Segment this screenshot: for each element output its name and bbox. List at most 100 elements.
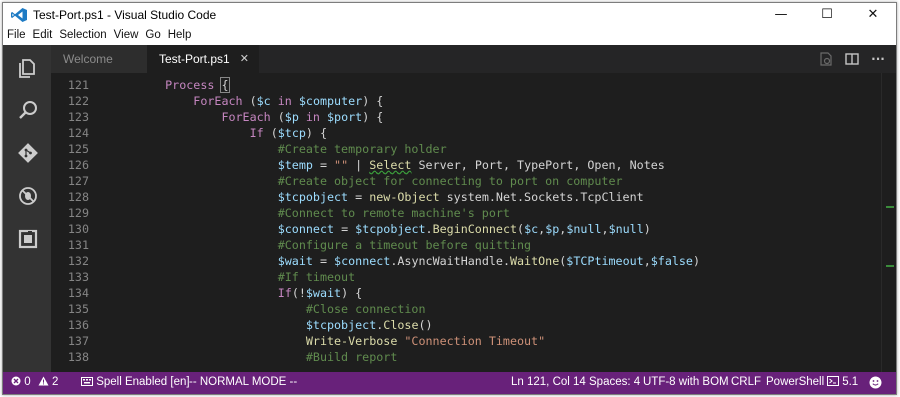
- menu-view[interactable]: View: [110, 27, 142, 41]
- code-line[interactable]: 131 #Configure a timeout before quitting: [51, 237, 871, 253]
- code-text: #Connect to remote machine's port: [137, 205, 510, 221]
- code-line[interactable]: 122 ForEach ($c in $computer) {: [51, 93, 871, 109]
- tab-test-port[interactable]: Test-Port.ps1 ✕: [147, 45, 259, 73]
- menu-edit[interactable]: Edit: [29, 27, 56, 41]
- code-token: $false: [650, 254, 693, 268]
- code-line[interactable]: 129 #Connect to remote machine's port: [51, 205, 871, 221]
- window-title: Test-Port.ps1 - Visual Studio Code: [33, 8, 217, 22]
- code-token: $computer: [298, 94, 363, 108]
- code-token: Close: [383, 318, 419, 332]
- code-line[interactable]: 127 #Create object for connecting to por…: [51, 173, 871, 189]
- code-line[interactable]: 136 $tcpobject.Close(): [51, 317, 871, 333]
- code-text: #Close connection: [137, 301, 426, 317]
- code-token: $tcpobject: [137, 190, 349, 204]
- code-line[interactable]: 137 Write-Verbose "Connection Timeout": [51, 333, 871, 349]
- feedback-smiley-icon[interactable]: [869, 376, 882, 389]
- more-actions-icon[interactable]: ···: [870, 51, 886, 67]
- code-line[interactable]: 130 $connect = $tcpobject.BeginConnect($…: [51, 221, 871, 237]
- line-number: 134: [67, 286, 89, 300]
- code-text: Process {: [137, 77, 230, 93]
- code-line[interactable]: 135 #Close connection: [51, 301, 871, 317]
- code-text: #Create temporary holder: [137, 141, 447, 157]
- explorer-icon[interactable]: [17, 57, 39, 79]
- code-text: $tcpobject = new-Object system.Net.Socke…: [137, 189, 644, 205]
- cursor-position[interactable]: Ln 121, Col 14: [511, 376, 586, 388]
- code-token: $c: [524, 222, 539, 236]
- close-tab-icon[interactable]: ✕: [240, 45, 249, 73]
- code-token: If: [137, 126, 271, 140]
- line-ending[interactable]: CRLF: [731, 376, 761, 388]
- code-token: #Create object for connecting to port on…: [137, 174, 623, 188]
- open-changes-icon[interactable]: [818, 51, 834, 67]
- menu-help[interactable]: Help: [164, 27, 195, 41]
- powershell-version[interactable]: 5.1: [827, 376, 858, 388]
- code-line[interactable]: 125 #Create temporary holder: [51, 141, 871, 157]
- activity-bar: [3, 45, 51, 372]
- menu-selection[interactable]: Selection: [55, 27, 109, 41]
- tab-bar: Welcome Test-Port.ps1 ✕ ···: [51, 45, 896, 73]
- git-icon[interactable]: [17, 142, 39, 164]
- language-mode[interactable]: PowerShell: [766, 376, 824, 388]
- vertical-scrollbar[interactable]: [881, 73, 896, 372]
- line-number: 126: [67, 158, 89, 172]
- vscode-logo-icon: [11, 8, 27, 22]
- maximize-button[interactable]: ☐: [804, 3, 850, 27]
- code-line[interactable]: 134 If(!$wait) {: [51, 285, 871, 301]
- line-number: 135: [67, 302, 89, 316]
- indentation[interactable]: Spaces: 4: [589, 376, 640, 388]
- code-line[interactable]: 132 $wait = $connect.AsyncWaitHandle.Wai…: [51, 253, 871, 269]
- code-token: (: [277, 110, 285, 124]
- code-token: $null: [608, 222, 644, 236]
- line-number: 122: [67, 94, 89, 108]
- code-editor[interactable]: 121 Process {122 ForEach ($c in $compute…: [51, 73, 896, 372]
- menu-go[interactable]: Go: [141, 27, 163, 41]
- encoding[interactable]: UTF-8 with BOM: [643, 376, 729, 388]
- code-token: |: [348, 158, 370, 172]
- version-label: 5.1: [842, 376, 859, 388]
- code-token: $port: [327, 110, 363, 124]
- minimize-button[interactable]: —: [758, 3, 804, 27]
- code-token: =: [312, 158, 335, 172]
- code-line[interactable]: 128 $tcpobject = new-Object system.Net.S…: [51, 189, 871, 205]
- search-icon[interactable]: [17, 99, 39, 121]
- code-token: #Configure a timeout before quitting: [137, 238, 532, 252]
- tab-welcome[interactable]: Welcome: [51, 45, 147, 73]
- line-number: 125: [67, 142, 89, 156]
- line-number: 127: [67, 174, 89, 188]
- code-token: $wait: [305, 286, 342, 300]
- code-line[interactable]: 121 Process {: [51, 77, 871, 93]
- code-token: ForEach: [137, 110, 278, 124]
- code-line[interactable]: 133 #If timeout: [51, 269, 871, 285]
- code-token: in: [298, 110, 328, 124]
- code-text: ForEach ($p in $port) {: [137, 109, 383, 125]
- code-token: {: [220, 77, 230, 93]
- code-line[interactable]: 138 #Build report: [51, 349, 871, 365]
- line-number: 121: [67, 78, 89, 92]
- line-number: 136: [67, 318, 89, 332]
- line-number: 137: [67, 334, 89, 348]
- problems-indicator[interactable]: 0 2: [11, 376, 58, 388]
- menu-file[interactable]: File: [3, 27, 29, 41]
- close-button[interactable]: ✕: [850, 3, 896, 27]
- code-token: ): [643, 222, 651, 236]
- spell-check-status[interactable]: Spell Enabled [en]: [81, 376, 190, 388]
- code-text: #Create object for connecting to port on…: [137, 173, 623, 189]
- line-number: 131: [67, 238, 89, 252]
- debug-icon[interactable]: [17, 185, 39, 207]
- menu-bar: File Edit Selection View Go Help: [3, 27, 896, 45]
- code-line[interactable]: 126 $temp = "" | Select Server, Port, Ty…: [51, 157, 871, 173]
- code-token: Server, Port, TypePort, Open, Notes: [411, 158, 665, 172]
- code-token: ForEach: [137, 94, 250, 108]
- extensions-icon[interactable]: [17, 228, 39, 250]
- code-line[interactable]: 123 ForEach ($p in $port) {: [51, 109, 871, 125]
- code-token: $tcpobject: [137, 318, 377, 332]
- code-line[interactable]: 124 If ($tcp) {: [51, 125, 871, 141]
- code-token: $connect: [137, 222, 335, 236]
- code-token: BeginConnect: [432, 222, 518, 236]
- line-number: 129: [67, 206, 89, 220]
- line-number: 132: [67, 254, 89, 268]
- code-token: $TCPtimeout: [566, 254, 644, 268]
- code-token: ) {: [305, 126, 328, 140]
- line-number: 130: [67, 222, 89, 236]
- split-editor-icon[interactable]: [844, 51, 860, 67]
